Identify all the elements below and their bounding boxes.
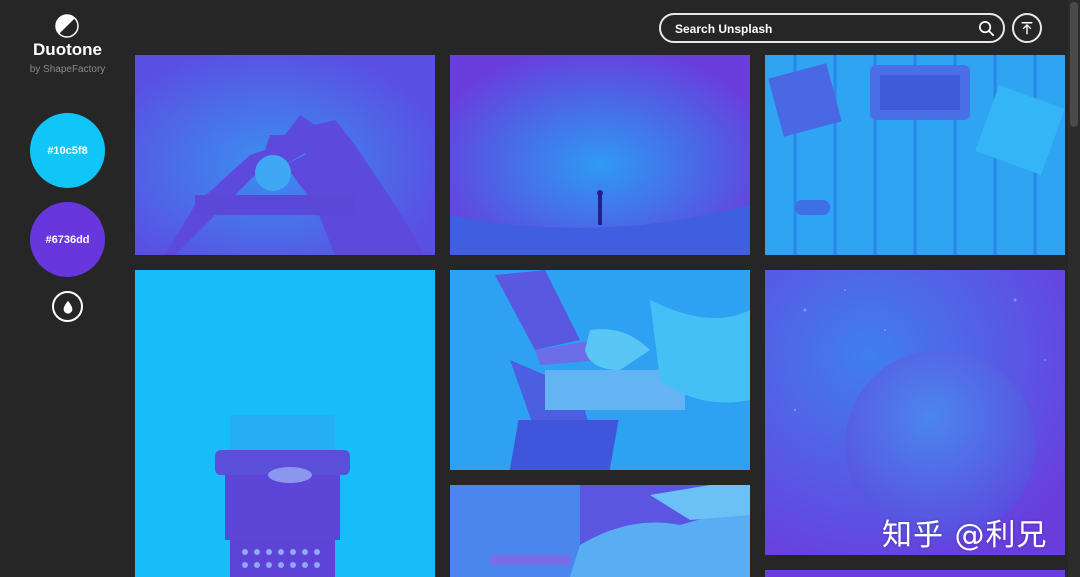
water-drop-button[interactable] — [52, 291, 83, 322]
scrollbar-thumb[interactable] — [1070, 2, 1078, 127]
watermark-text: 知乎 @利兄 — [882, 518, 1048, 553]
scroll-to-top-button[interactable] — [1012, 13, 1042, 43]
app-title: Duotone — [33, 40, 102, 59]
photo-tile-night-sky[interactable] — [450, 55, 750, 255]
search-icon[interactable] — [978, 20, 995, 37]
page-scrollbar[interactable] — [1068, 0, 1080, 577]
color-swatch-secondary[interactable]: #6736dd — [30, 202, 105, 277]
photo-tile-partial[interactable] — [765, 570, 1065, 577]
search-bar — [659, 13, 1005, 43]
photo-tile-laptops[interactable] — [450, 270, 750, 470]
color-swatch-primary-label: #10c5f8 — [47, 144, 88, 157]
water-drop-icon — [63, 300, 72, 314]
photo-tile-desk[interactable] — [765, 55, 1065, 255]
photo-tile-typewriter[interactable] — [135, 270, 435, 577]
search-input[interactable] — [675, 20, 975, 37]
arrow-up-to-top-icon — [1021, 22, 1033, 35]
duotone-logo-icon — [55, 14, 79, 38]
sidebar: Duotone by ShapeFactory #10c5f8 #6736dd — [0, 0, 135, 577]
photo-tile-hands-heart[interactable] — [135, 55, 435, 255]
photo-tile-people[interactable] — [450, 485, 750, 577]
color-swatch-secondary-label: #6736dd — [45, 233, 90, 246]
app-subtitle: by ShapeFactory — [29, 64, 106, 75]
color-swatch-primary[interactable]: #10c5f8 — [30, 113, 105, 188]
